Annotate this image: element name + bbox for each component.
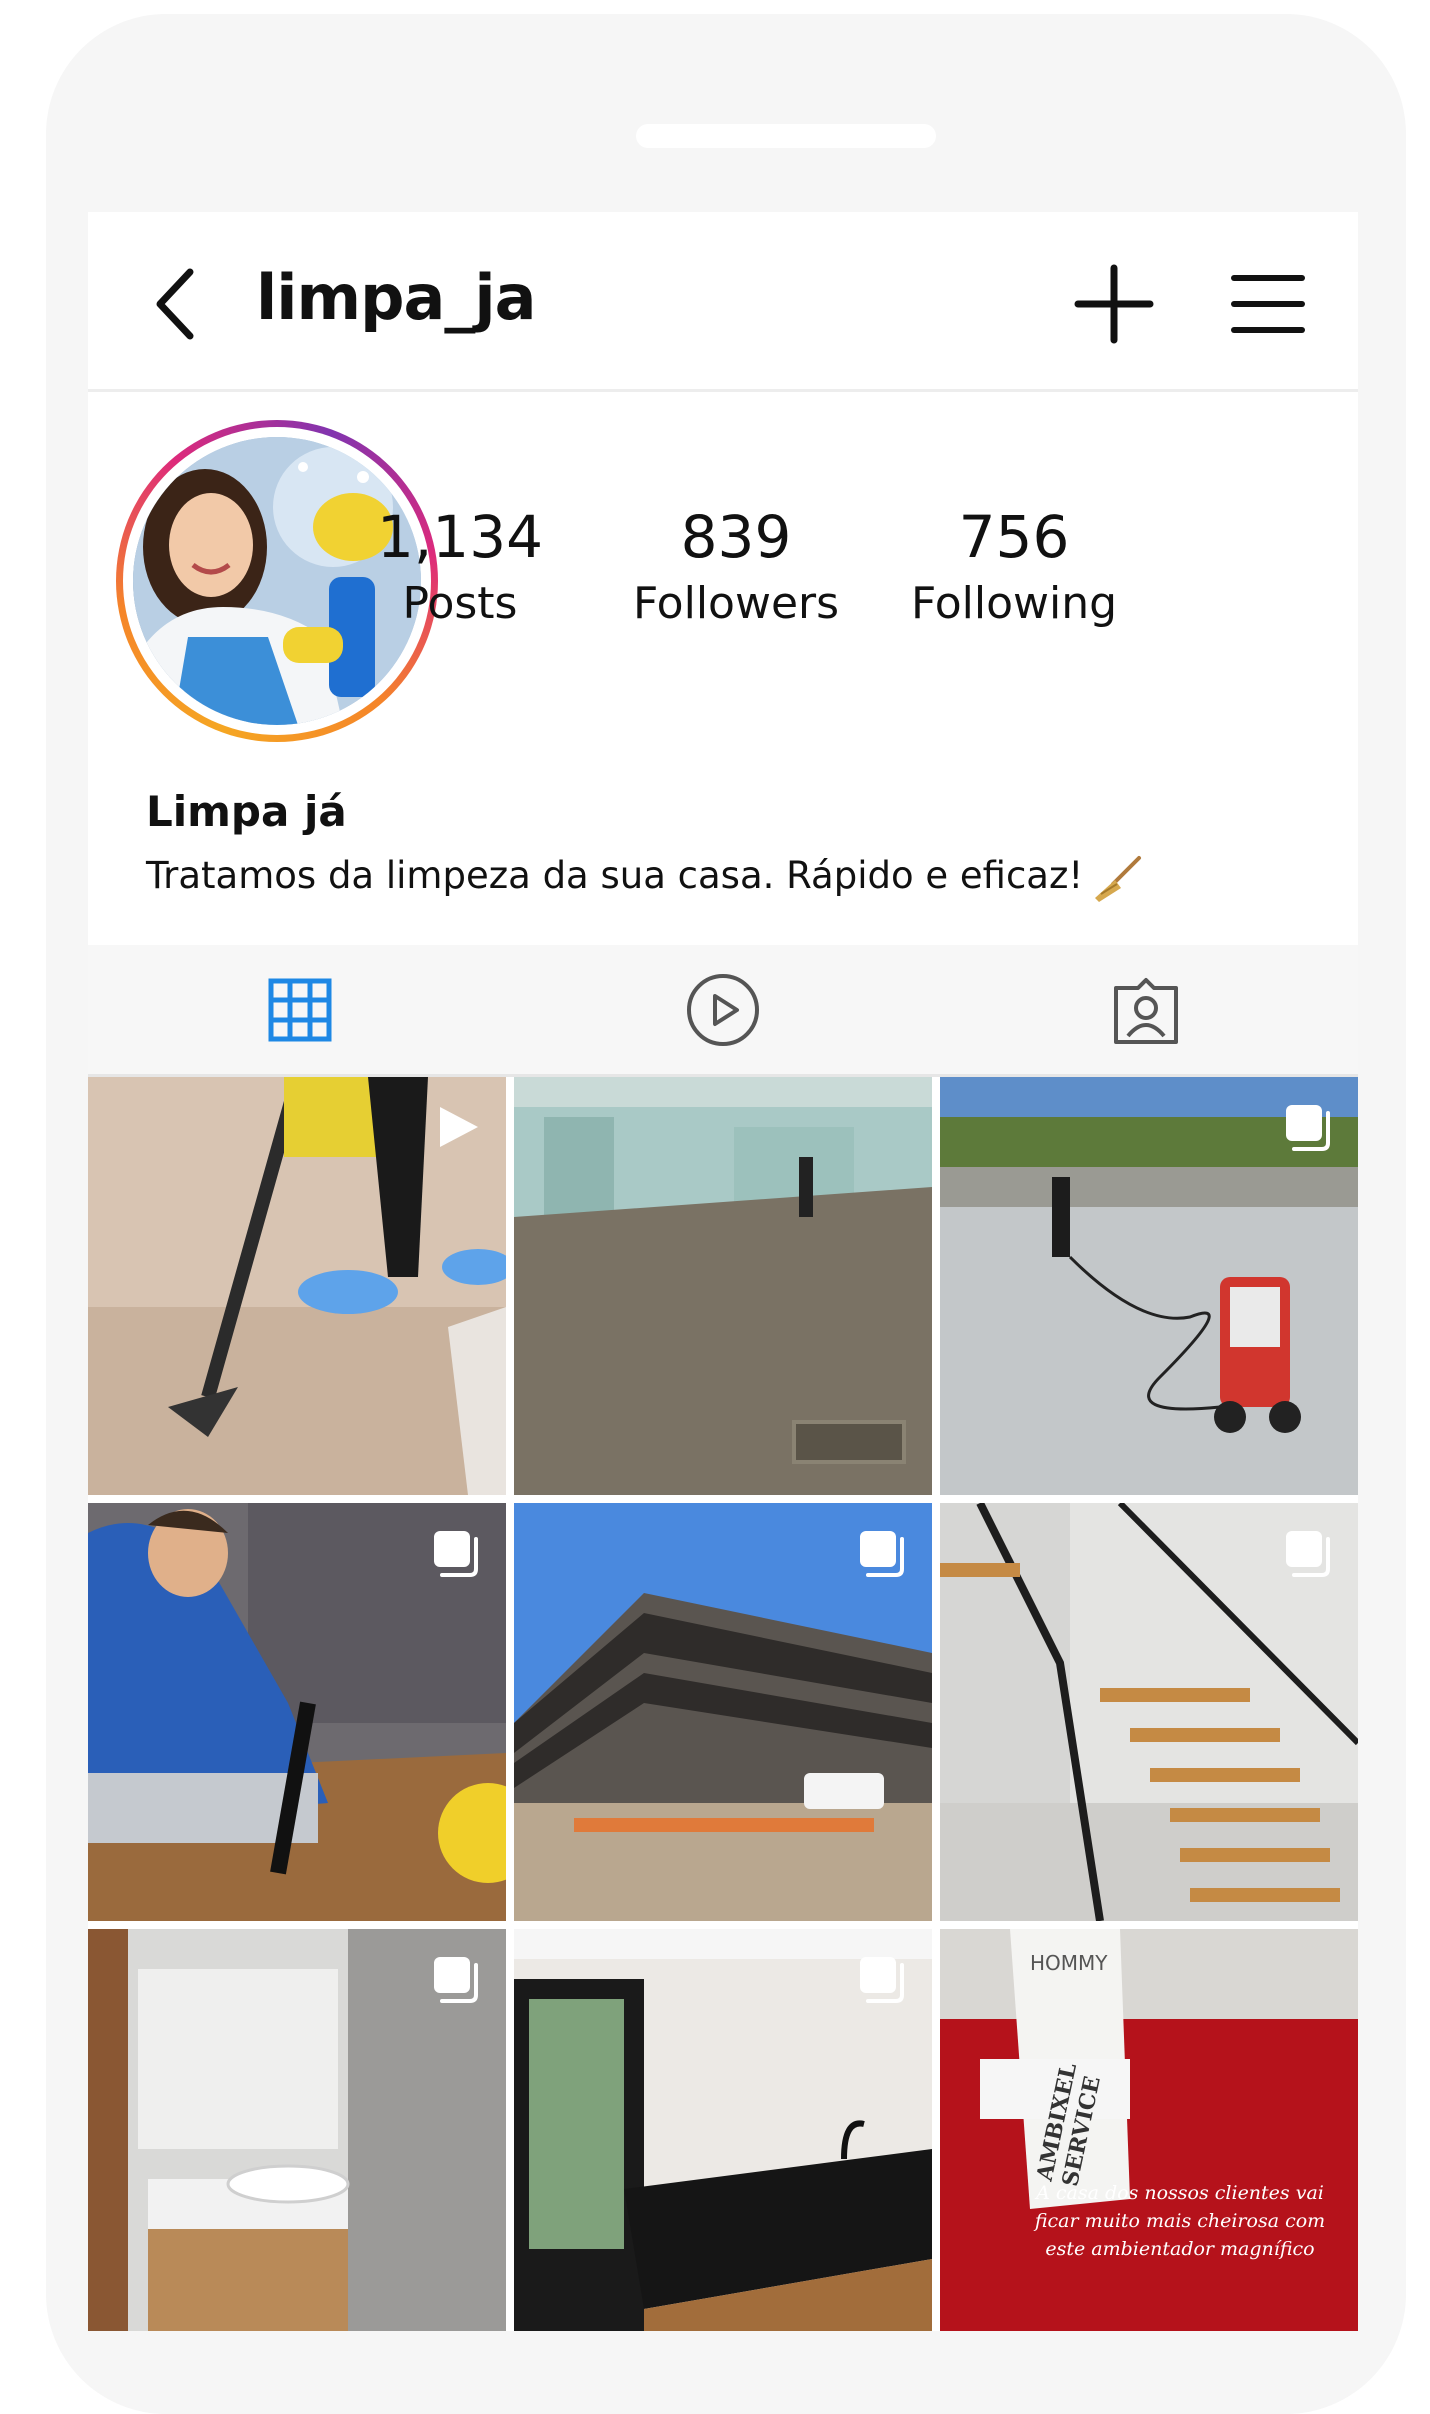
create-post-button[interactable] [1068, 258, 1160, 350]
post-thumbnail[interactable] [514, 1077, 932, 1495]
plus-icon [1074, 264, 1154, 344]
menu-button[interactable] [1228, 264, 1308, 344]
chevron-left-icon [156, 268, 194, 340]
post-thumbnail[interactable] [88, 1929, 506, 2331]
following-count: 756 [958, 503, 1070, 571]
post-thumbnail[interactable] [88, 1503, 506, 1921]
profile-bio: Tratamos da limpeza da sua casa. Rápido … [146, 848, 1143, 904]
followers-count: 839 [680, 503, 792, 571]
app-screen: limpa_ja 1,134 Posts 839 Followers 756 F… [88, 212, 1358, 2331]
profile-tabs [88, 945, 1358, 1077]
phone-speaker-notch [636, 124, 936, 148]
post-caption-overlay: A casa dos nossos clientes vai ficar mui… [1034, 2182, 1326, 2260]
broom-icon [1095, 855, 1142, 902]
carousel-icon [860, 1531, 904, 1577]
back-button[interactable] [146, 264, 216, 344]
post-image-garage-washing [514, 1077, 932, 1495]
tab-posts-grid[interactable] [88, 945, 511, 1075]
video-icon [440, 1107, 478, 1147]
carousel-icon [860, 1957, 904, 2003]
bio-text: Tratamos da limpeza da sua casa. Rápido … [146, 854, 1084, 897]
post-thumbnail[interactable] [940, 1077, 1358, 1495]
following-label: Following [910, 578, 1118, 629]
hamburger-menu-icon [1231, 275, 1305, 333]
posts-count: 1,134 [376, 503, 544, 571]
followers-label: Followers [632, 578, 840, 629]
carousel-icon [434, 1531, 478, 1577]
carousel-icon [1286, 1531, 1330, 1577]
post-thumbnail[interactable] [514, 1503, 932, 1921]
profile-username: limpa_ja [256, 261, 536, 334]
carousel-icon [1286, 1105, 1330, 1151]
stat-following[interactable]: 756 Following [894, 502, 1134, 636]
carousel-icon [434, 1957, 478, 2003]
profile-display-name: Limpa já [146, 787, 347, 836]
post-image-air-freshener [940, 1929, 1358, 2331]
profile-header-bar: limpa_ja [88, 212, 1358, 392]
grid-icon [268, 978, 331, 1042]
tagged-person-icon [1113, 978, 1178, 1044]
post-thumbnail[interactable]: HOMMY AMBIXEL SERVICE A casa dos nossos … [940, 1929, 1358, 2331]
post-thumbnail[interactable] [940, 1503, 1358, 1921]
tab-tagged[interactable] [934, 945, 1357, 1075]
tab-reels[interactable] [511, 945, 934, 1075]
post-thumbnail[interactable] [514, 1929, 932, 2331]
reels-play-icon [686, 974, 759, 1046]
stat-posts[interactable]: 1,134 Posts [340, 502, 580, 636]
stat-followers[interactable]: 839 Followers [616, 502, 856, 636]
post-thumbnail[interactable] [88, 1077, 506, 1495]
bottle-brand-text: HOMMY [1030, 1951, 1108, 1975]
posts-label: Posts [402, 578, 518, 629]
